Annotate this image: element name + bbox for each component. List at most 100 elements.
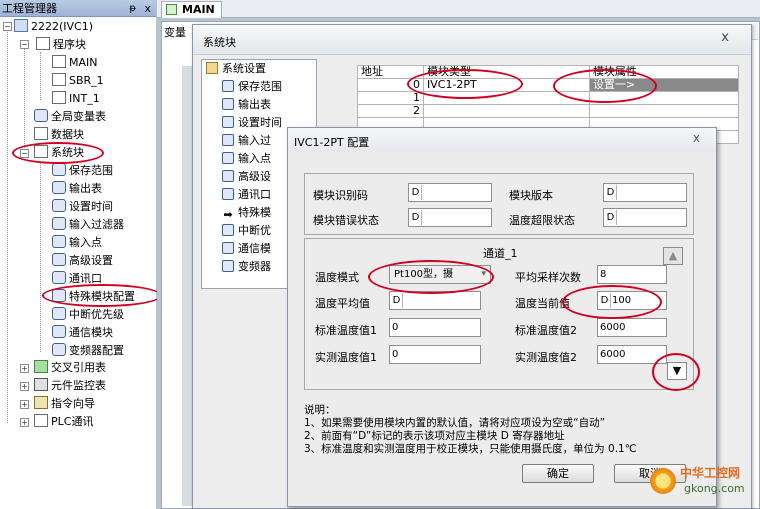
act-temp2-field[interactable]: 6000 — [597, 345, 667, 364]
act-temp2-value: 6000 — [600, 349, 626, 360]
std-temp2-field[interactable]: 6000 — [597, 318, 667, 337]
tree-system-item[interactable]: 高级设置 — [52, 252, 113, 270]
avg-samples-label: 平均采样次数 — [515, 271, 581, 284]
temp-avg-field[interactable]: D — [389, 291, 481, 310]
table-row[interactable]: 2 — [357, 104, 740, 118]
system-item-label: 输出表 — [69, 182, 102, 195]
temp-over-field[interactable]: D — [603, 208, 687, 227]
system-item-label: 保存范围 — [69, 164, 113, 177]
expand-wizard-icon[interactable]: + — [20, 400, 29, 409]
settings-item-selected[interactable]: ➡ 特殊模 — [222, 204, 271, 222]
temp-avg-label: 温度平均值 — [315, 297, 370, 310]
cell-module-attr[interactable] — [588, 104, 740, 118]
close-icon[interactable]: x — [693, 131, 700, 145]
collapse-root-icon[interactable]: − — [3, 22, 12, 31]
tree-system-item-special[interactable]: 特殊模块配置 — [52, 288, 135, 306]
settings-item[interactable]: 中断优 — [222, 222, 271, 240]
tree-program-main[interactable]: MAIN — [52, 54, 98, 72]
act-temp1-field[interactable]: 0 — [389, 345, 481, 364]
cell-module-type[interactable] — [423, 91, 590, 105]
collapse-system-icon[interactable]: − — [20, 149, 29, 158]
scroll-up-button[interactable]: ▲ — [663, 247, 683, 265]
cell-module-attr[interactable]: 设置一> — [588, 78, 740, 92]
tree-program-int1[interactable]: INT_1 — [52, 90, 100, 108]
act-temp1-value: 0 — [392, 349, 399, 360]
settings-item[interactable]: 通讯口 — [222, 186, 271, 204]
wizard-label: 指令向导 — [51, 397, 95, 410]
d-prefix: D — [605, 210, 617, 225]
setting-icon — [222, 260, 234, 272]
module-status-group: 模块识别码 D 模块版本 D 模块错误状态 D 温度超限状态 D — [304, 173, 694, 235]
tree-system-item[interactable]: 变频器配置 — [52, 342, 124, 360]
system-item-label: 通信模块 — [69, 326, 113, 339]
tree-wizard[interactable]: 指令向导 — [34, 395, 95, 413]
settings-item[interactable]: 输出表 — [222, 96, 271, 114]
setting-icon — [52, 307, 66, 320]
d-prefix: D — [391, 293, 403, 308]
tree-system-block[interactable]: 系统块 — [34, 144, 84, 162]
tab-main[interactable]: MAIN — [161, 1, 222, 18]
avg-samples-field[interactable]: 8 — [597, 265, 667, 284]
tree-plc-comm[interactable]: PLC通讯 — [34, 413, 93, 431]
setting-icon — [222, 170, 234, 182]
tree-monitor[interactable]: 元件监控表 — [34, 377, 106, 395]
tree-data-block[interactable]: 数据块 — [34, 126, 84, 144]
watermark-logo: 中华工控网 gkong.com — [620, 458, 760, 508]
cell-module-type[interactable]: IVC1-2PT — [423, 78, 590, 92]
arrow-right-icon: ➡ — [223, 208, 233, 221]
setting-icon — [52, 289, 66, 302]
module-id-field[interactable]: D — [408, 183, 492, 202]
system-block-icon — [34, 145, 48, 158]
system-item-label: 特殊模块配置 — [69, 290, 135, 303]
close-icon[interactable]: x — [144, 0, 151, 17]
tree-root[interactable]: 2222(IVC1) — [14, 18, 93, 36]
tree-system-item[interactable]: 输入点 — [52, 234, 102, 252]
settings-item[interactable]: 保存范围 — [222, 78, 282, 96]
tree-program-block[interactable]: 程序块 — [36, 36, 86, 54]
tree-cross-ref[interactable]: 交叉引用表 — [34, 359, 106, 377]
pin-icon[interactable]: ᵽ — [129, 0, 136, 17]
act-temp2-label: 实测温度值2 — [515, 351, 577, 364]
settings-item[interactable]: 高级设 — [222, 168, 271, 186]
scroll-down-button[interactable]: ▼ — [667, 362, 687, 380]
tree-system-item[interactable]: 保存范围 — [52, 162, 113, 180]
cell-module-attr[interactable] — [588, 91, 740, 105]
tree-system-item[interactable]: 通信模块 — [52, 324, 113, 342]
settings-item[interactable]: 通信模 — [222, 240, 271, 258]
tree-system-item[interactable]: 输入过滤器 — [52, 216, 124, 234]
settings-root[interactable]: 系统设置 — [206, 60, 266, 78]
cell-module-type[interactable] — [423, 104, 590, 118]
settings-item[interactable]: 变频器 — [222, 258, 271, 276]
tree-system-item[interactable]: 输出表 — [52, 180, 102, 198]
temp-mode-select[interactable]: Pt100型，摄 ▾ — [389, 265, 491, 284]
temp-current-field[interactable]: D 100 — [597, 291, 667, 310]
expand-crossref-icon[interactable]: + — [20, 364, 29, 373]
table-row[interactable]: 0 IVC1-2PT 设置一> — [357, 78, 740, 92]
std-temp1-value: 0 — [392, 322, 399, 333]
collapse-program-icon[interactable]: − — [20, 40, 29, 49]
table-row[interactable]: 1 — [357, 91, 740, 105]
settings-item[interactable]: 输入过 — [222, 132, 271, 150]
note-line: 3、标准温度和实测温度用于校正模块，只能使用摄氏度，单位为 0.1℃ — [304, 443, 637, 455]
tree-system-item[interactable]: 通讯口 — [52, 270, 102, 288]
temp-mode-label: 温度模式 — [315, 271, 359, 284]
module-table-header: 地址 模块类型 模块属性 — [357, 65, 740, 79]
settings-item-label: 输入过 — [238, 134, 271, 147]
system-item-label: 输入过滤器 — [69, 218, 124, 231]
tree-program-sbr1[interactable]: SBR_1 — [52, 72, 104, 90]
tree-global-vars[interactable]: 全局变量表 — [34, 108, 106, 126]
note-line: 2、前面有“D”标记的表示该项对应主模块 D 寄存器地址 — [304, 430, 565, 442]
tree-system-item[interactable]: 设置时间 — [52, 198, 113, 216]
expand-monitor-icon[interactable]: + — [20, 382, 29, 391]
module-error-field[interactable]: D — [408, 208, 492, 227]
ok-button[interactable]: 确定 — [522, 464, 594, 483]
settings-item[interactable]: 设置时间 — [222, 114, 282, 132]
tree-system-item[interactable]: 中断优先级 — [52, 306, 124, 324]
module-version-field[interactable]: D — [603, 183, 687, 202]
close-icon[interactable]: x — [721, 30, 729, 45]
expand-plc-icon[interactable]: + — [20, 418, 29, 427]
settings-item-label: 高级设 — [238, 170, 271, 183]
column-header-attr: 模块属性 — [588, 65, 740, 79]
std-temp1-field[interactable]: 0 — [389, 318, 481, 337]
settings-item[interactable]: 输入点 — [222, 150, 271, 168]
